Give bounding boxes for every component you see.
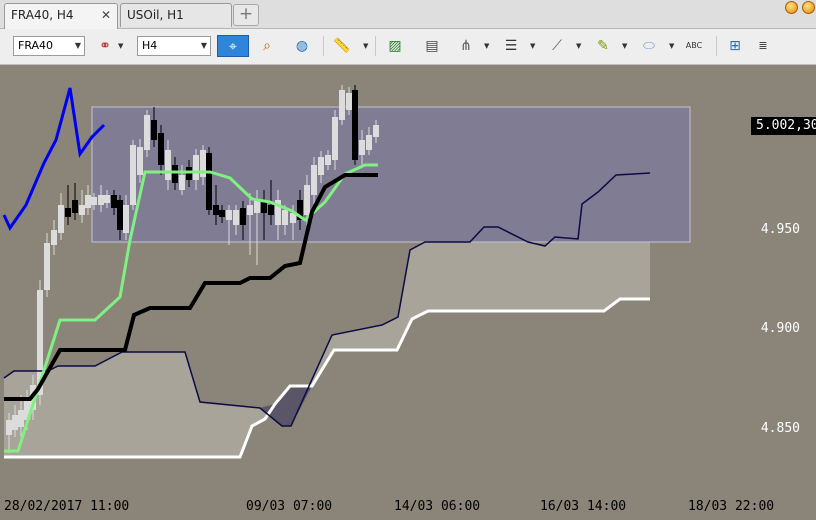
candle-body: [219, 210, 225, 217]
candle-body: [165, 150, 171, 180]
chevron-down-icon[interactable]: ▼: [576, 42, 581, 50]
price-chart[interactable]: [0, 65, 816, 520]
pen-icon[interactable]: ✎: [592, 35, 614, 57]
candle-body: [130, 145, 136, 205]
candle-body: [213, 205, 219, 215]
candle-body: [373, 125, 379, 137]
y-axis-label: 4.850: [760, 421, 800, 436]
candle-body: [254, 200, 260, 213]
candle-body: [144, 115, 150, 150]
minimize-icon[interactable]: [785, 1, 798, 14]
candle-body: [91, 197, 97, 205]
candle-body: [282, 210, 288, 225]
image-icon[interactable]: ▨: [384, 35, 406, 57]
ellipse-icon[interactable]: ⬭: [638, 35, 660, 57]
chevron-down-icon[interactable]: ▼: [363, 42, 368, 50]
candle-body: [72, 200, 78, 213]
close-icon[interactable]: ✕: [101, 4, 111, 26]
candle-body: [123, 205, 129, 233]
candle-body: [104, 195, 110, 203]
chevron-down-icon: ▼: [200, 41, 207, 50]
candle-body: [193, 155, 199, 180]
candle-body: [247, 205, 253, 215]
tab-label: FRA40, H4: [11, 8, 74, 22]
candle-body: [311, 165, 317, 195]
current-price-badge: 5.002,30: [751, 117, 816, 135]
candle-body: [240, 208, 246, 225]
candle-body: [6, 420, 12, 435]
chevron-down-icon[interactable]: ▼: [530, 42, 535, 50]
candle-body: [233, 210, 239, 225]
tab-usoil-h1[interactable]: USOil, H1: [120, 3, 232, 27]
candle-body: [268, 205, 274, 215]
text-icon[interactable]: ABC: [683, 35, 705, 57]
candle-body: [226, 210, 232, 220]
globe-icon[interactable]: ◍: [291, 35, 313, 57]
candle-body: [172, 165, 178, 183]
template-icon[interactable]: ▤: [421, 35, 443, 57]
candle-body: [98, 195, 104, 205]
fan-icon[interactable]: ⟋: [546, 35, 568, 57]
x-axis-label: 16/03 14:00: [540, 499, 627, 514]
timeframe-value: H4: [142, 39, 158, 52]
hierarchy-icon[interactable]: ⊞: [724, 35, 746, 57]
candle-body: [339, 90, 345, 120]
zoom-icon[interactable]: ⌕: [256, 35, 278, 57]
candle-body: [366, 135, 372, 150]
candle-body: [51, 230, 57, 245]
candle-body: [12, 415, 18, 430]
chevron-down-icon[interactable]: ▼: [669, 42, 674, 50]
chevron-down-icon[interactable]: ▼: [622, 42, 627, 50]
x-axis-label: 18/03 22:00: [688, 499, 775, 514]
candle-body: [206, 153, 212, 210]
candle-body: [44, 243, 50, 290]
indicator-icon[interactable]: ⋔: [455, 35, 477, 57]
candle-body: [352, 90, 358, 160]
candle-body: [359, 140, 365, 155]
tab-label: USOil, H1: [127, 8, 184, 22]
list-icon[interactable]: ≣: [752, 35, 774, 57]
candle-body: [137, 147, 143, 175]
candle-body: [85, 195, 91, 208]
chevron-down-icon[interactable]: ▼: [484, 42, 489, 50]
candle-body: [346, 93, 352, 110]
tab-fra40-h4[interactable]: FRA40, H4 ✕: [4, 3, 118, 29]
candle-body: [58, 205, 64, 233]
candle-body: [111, 195, 117, 208]
candle-body: [179, 175, 185, 190]
chevron-down-icon: ▼: [74, 41, 81, 50]
candle-body: [65, 208, 71, 217]
symbol-value: FRA40: [18, 39, 54, 52]
tab-bar: FRA40, H4 ✕ USOil, H1 +: [0, 0, 816, 29]
link-icon[interactable]: ⚭: [94, 35, 116, 57]
candle-body: [151, 120, 157, 140]
x-axis-label: 14/03 06:00: [394, 499, 481, 514]
x-axis-label: 28/02/2017 11:00: [4, 499, 130, 514]
candle-body: [79, 205, 85, 215]
add-tab-button[interactable]: +: [233, 4, 259, 26]
candle-body: [325, 155, 331, 165]
maximize-icon[interactable]: [802, 1, 815, 14]
y-axis-label: 4.950: [760, 222, 800, 237]
candle-body: [18, 410, 24, 427]
y-axis-label: 4.900: [760, 321, 800, 336]
chart-toolbar: FRA40 ▼ ⚭ ▼ H4 ▼ ⌖ ⌕ ◍ 📏 ▼ ▨ ▤ ⋔ ▼ ☰ ▼ ⟋…: [0, 29, 816, 65]
candle-body: [158, 133, 164, 165]
ruler-icon[interactable]: 📏: [331, 35, 353, 57]
candle-body: [332, 117, 338, 160]
candle-body: [117, 200, 123, 230]
x-axis-label: 09/03 07:00: [246, 499, 333, 514]
timeframe-select[interactable]: H4 ▼: [137, 36, 211, 56]
symbol-select[interactable]: FRA40 ▼: [13, 36, 85, 56]
chevron-down-icon[interactable]: ▼: [118, 42, 123, 50]
candle-body: [318, 157, 324, 175]
lines-icon[interactable]: ☰: [500, 35, 522, 57]
candle-body: [304, 185, 310, 215]
crosshair-icon[interactable]: ⌖: [217, 35, 249, 57]
